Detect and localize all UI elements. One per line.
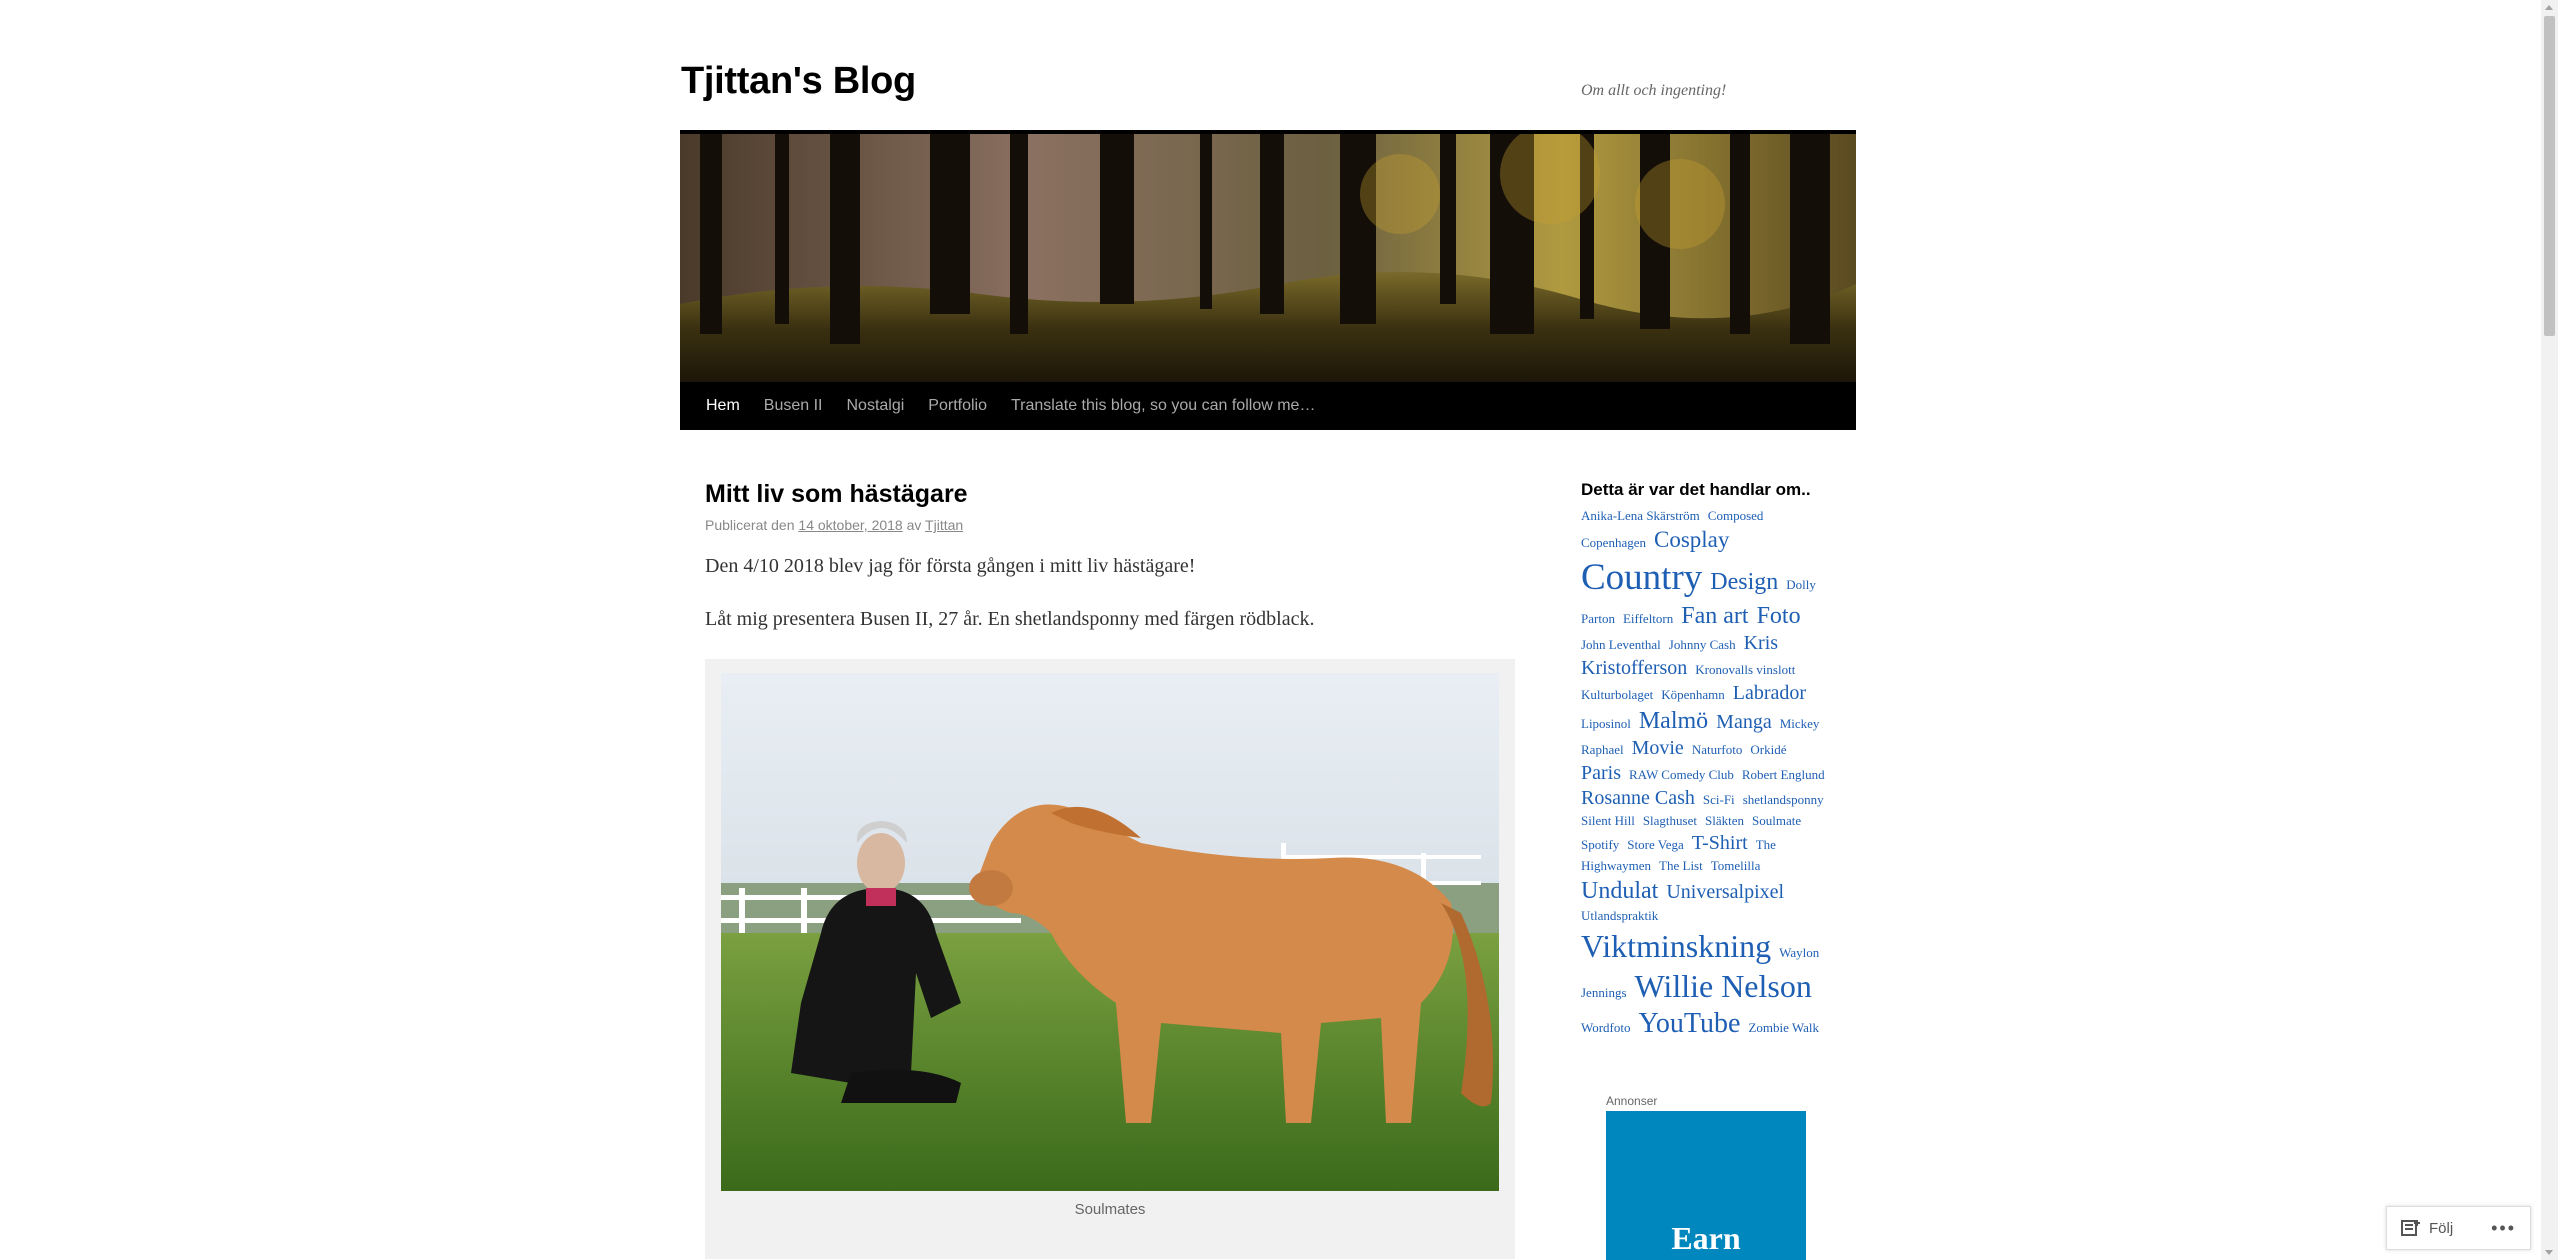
paragraph: Låt mig presentera Busen II, 27 år. En s… bbox=[705, 608, 1315, 630]
tag-link[interactable]: Silent Hill bbox=[1581, 813, 1635, 828]
page-wrapper: Tjittan's Blog Om allt och ingenting! He… bbox=[680, 0, 1856, 1260]
scrollbar-thumb[interactable] bbox=[2544, 16, 2555, 336]
site-description: Om allt och ingenting! bbox=[1581, 82, 1727, 99]
nav-item-portfolio[interactable]: Portfolio bbox=[916, 382, 999, 430]
follow-bar: Följ ••• bbox=[2386, 1206, 2531, 1250]
tag-link[interactable]: Paris bbox=[1581, 762, 1621, 784]
advertisement[interactable]: Earn bbox=[1606, 1111, 1806, 1260]
tag-cloud-title: Detta är var det handlar om.. bbox=[1581, 480, 1811, 499]
tag-link[interactable]: Orkidé bbox=[1750, 742, 1786, 757]
tag-link[interactable]: Fan art bbox=[1681, 603, 1748, 629]
post-author-link[interactable]: Tjittan bbox=[925, 517, 963, 533]
tag-link[interactable]: Movie bbox=[1632, 737, 1684, 759]
sidebar: Detta är var det handlar om.. Anika-Lena… bbox=[1581, 480, 1831, 1041]
post-date-link[interactable]: 14 oktober, 2018 bbox=[798, 517, 902, 533]
post-title[interactable]: Mitt liv som hästägare bbox=[705, 480, 1515, 509]
tag-link[interactable]: Undulat bbox=[1581, 878, 1658, 904]
ad-label: Annonser bbox=[1606, 1094, 1658, 1108]
tag-link[interactable]: Slagthuset bbox=[1643, 813, 1697, 828]
paragraph: Den 4/10 2018 blev jag för första gången… bbox=[705, 555, 1196, 577]
main-navigation: Hem Busen II Nostalgi Portfolio Translat… bbox=[680, 382, 1856, 430]
scroll-up-icon[interactable] bbox=[2545, 5, 2553, 10]
tag-link[interactable]: Köpenhamn bbox=[1661, 687, 1725, 702]
tag-link[interactable]: Liposinol bbox=[1581, 716, 1631, 731]
entry-body: Den 4/10 2018 blev jag för första gången… bbox=[705, 555, 1515, 1259]
tag-link[interactable]: Country bbox=[1581, 557, 1702, 598]
tag-link[interactable]: Wordfoto bbox=[1581, 1020, 1631, 1035]
tag-link[interactable]: Cosplay bbox=[1654, 527, 1729, 552]
tag-link[interactable]: Kulturbolaget bbox=[1581, 687, 1653, 702]
header-image bbox=[680, 130, 1856, 386]
tag-link[interactable]: Släkten bbox=[1705, 813, 1744, 828]
post-content: Mitt liv som hästägare Publicerat den 14… bbox=[705, 480, 1515, 1259]
tag-link[interactable]: Sci-Fi bbox=[1703, 792, 1735, 807]
meta-by: av bbox=[906, 517, 922, 533]
nav-item-busen-ii[interactable]: Busen II bbox=[752, 382, 835, 430]
tag-link[interactable]: Spotify bbox=[1581, 837, 1619, 852]
more-options-button[interactable]: ••• bbox=[2491, 1218, 2516, 1239]
tag-link[interactable]: Tomelilla bbox=[1711, 858, 1761, 873]
tag-link[interactable]: Utlandspraktik bbox=[1581, 908, 1658, 923]
tag-link[interactable]: shetlandsponny bbox=[1743, 792, 1824, 807]
nav-item-hem[interactable]: Hem bbox=[694, 382, 752, 430]
tag-link[interactable]: Willie Nelson bbox=[1635, 968, 1812, 1004]
tag-link[interactable]: Composed bbox=[1708, 508, 1764, 523]
ad-text: Earn bbox=[1671, 1220, 1741, 1256]
tag-cloud: Anika-Lena Skärström Composed Copenhagen… bbox=[1581, 506, 1831, 1041]
tag-link[interactable]: T-Shirt bbox=[1692, 832, 1748, 854]
tag-link[interactable]: Anika-Lena Skärström bbox=[1581, 508, 1700, 523]
tag-link[interactable]: Design bbox=[1710, 569, 1778, 595]
tag-link[interactable]: Universalpixel bbox=[1666, 881, 1784, 903]
tag-link[interactable]: Store Vega bbox=[1627, 837, 1683, 852]
post-photo[interactable] bbox=[721, 673, 1499, 1191]
tag-link[interactable]: Zombie Walk bbox=[1748, 1020, 1819, 1035]
post-meta: Publicerat den 14 oktober, 2018 av Tjitt… bbox=[705, 517, 1515, 533]
tag-link[interactable]: Johnny Cash bbox=[1669, 637, 1736, 652]
site-title[interactable]: Tjittan's Blog bbox=[681, 60, 916, 103]
image-caption-box: Soulmates bbox=[705, 659, 1515, 1259]
tag-link[interactable]: John Leventhal bbox=[1581, 637, 1661, 652]
meta-prefix: Publicerat den bbox=[705, 517, 795, 533]
image-caption: Soulmates bbox=[1074, 1201, 1146, 1218]
tag-link[interactable]: Rosanne Cash bbox=[1581, 787, 1695, 809]
tag-link[interactable]: Viktminskning bbox=[1581, 928, 1771, 964]
tag-link[interactable]: Manga bbox=[1716, 711, 1772, 733]
tag-link[interactable]: The List bbox=[1659, 858, 1703, 873]
scroll-down-icon[interactable] bbox=[2545, 1250, 2553, 1255]
tag-link[interactable]: Robert Englund bbox=[1742, 767, 1825, 782]
tag-link[interactable]: Malmö bbox=[1639, 708, 1708, 734]
tag-link[interactable]: Copenhagen bbox=[1581, 535, 1646, 550]
tag-link[interactable]: Naturfoto bbox=[1692, 742, 1743, 757]
scrollbar[interactable] bbox=[2541, 0, 2558, 1260]
nav-item-nostalgi[interactable]: Nostalgi bbox=[834, 382, 916, 430]
tag-link[interactable]: Eiffeltorn bbox=[1623, 611, 1673, 626]
tag-link[interactable]: Kronovalls vinslott bbox=[1695, 662, 1795, 677]
follow-icon[interactable] bbox=[2401, 1218, 2423, 1238]
tag-link[interactable]: Foto bbox=[1757, 603, 1801, 629]
nav-item-translate[interactable]: Translate this blog, so you can follow m… bbox=[999, 382, 1327, 430]
tag-link[interactable]: RAW Comedy Club bbox=[1629, 767, 1734, 782]
tag-link[interactable]: Labrador bbox=[1733, 682, 1806, 704]
tag-link[interactable]: YouTube bbox=[1639, 1008, 1741, 1039]
tag-link[interactable]: Soulmate bbox=[1752, 813, 1801, 828]
follow-button[interactable]: Följ bbox=[2429, 1220, 2453, 1237]
